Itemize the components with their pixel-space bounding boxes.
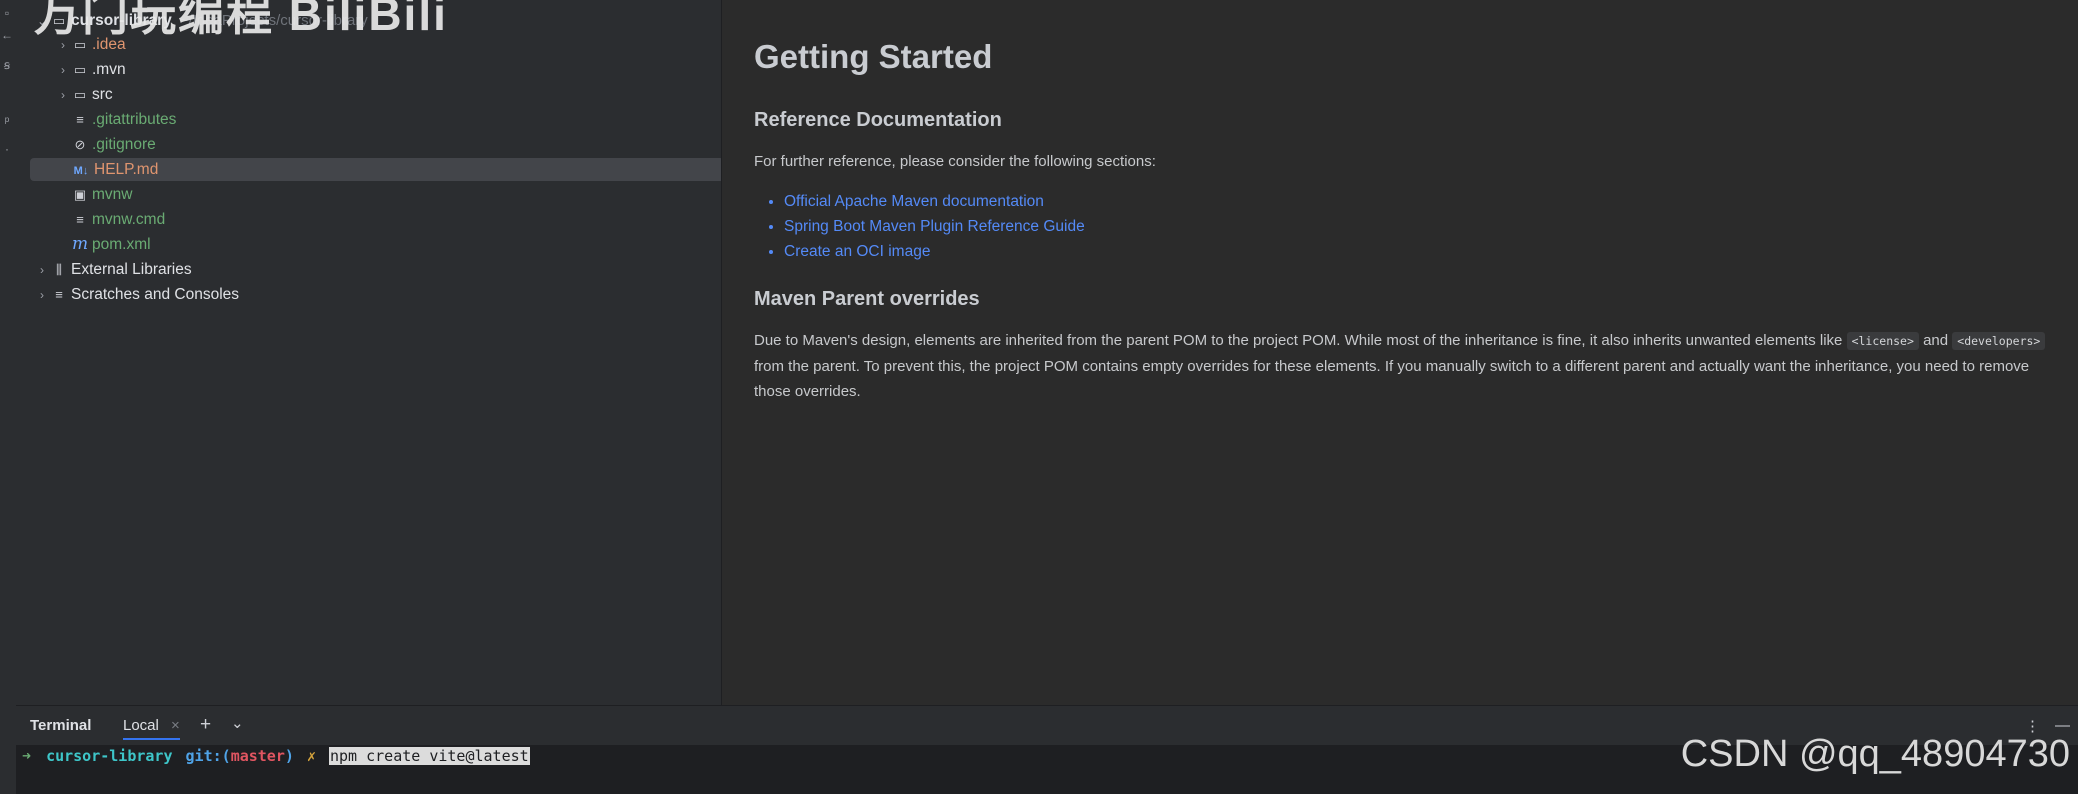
chevron-right-icon[interactable]: › <box>55 84 71 107</box>
chevron-right-icon[interactable]: › <box>34 259 50 282</box>
chevron-right-icon[interactable]: › <box>55 59 71 82</box>
link-oci-image[interactable]: Create an OCI image <box>784 239 2054 264</box>
left-tool-strip: ▫ ← ꞩ ᵖ · <box>0 0 17 794</box>
folder-icon: ▭ <box>73 87 87 102</box>
code-developers: <developers> <box>1952 332 2046 350</box>
help-md-document: Getting Started Reference Documentation … <box>754 0 2054 404</box>
libraries-icon: ⫼ <box>56 262 62 277</box>
scratches-icon: ≡ <box>55 287 63 302</box>
text-file-icon: ≡ <box>76 212 84 227</box>
tree-item-label: mvnw <box>92 186 133 203</box>
tree-item-label: pom.xml <box>92 236 151 253</box>
strip-vcs-icon[interactable]: ꞩ <box>1 58 13 72</box>
tree-item[interactable]: › ▭ src <box>30 83 721 107</box>
terminal-title: Terminal <box>30 717 92 734</box>
paragraph-text-1: Due to Maven's design, elements are inhe… <box>754 332 1843 349</box>
chevron-down-icon[interactable]: ⌄ <box>231 714 244 732</box>
new-tab-icon[interactable]: + <box>200 714 211 736</box>
link-spring-boot-plugin[interactable]: Spring Boot Maven Plugin Reference Guide <box>784 214 2054 239</box>
chevron-right-icon[interactable]: › <box>34 284 50 307</box>
shell-script-icon: ▣ <box>73 187 87 202</box>
tree-item[interactable]: › ▭ .mvn <box>30 58 721 82</box>
tree-item-label: Scratches and Consoles <box>71 286 240 303</box>
folder-icon: ▭ <box>73 62 87 77</box>
paragraph-and: and <box>1923 332 1949 349</box>
prompt-git-close: ) <box>284 747 294 765</box>
tree-item-label: .gitignore <box>92 136 156 153</box>
watermark-logo: 万门玩编程 BiliBili <box>34 0 448 40</box>
code-license: <license> <box>1846 332 1919 350</box>
tree-item[interactable]: ▣ mvnw <box>30 183 721 206</box>
csdn-watermark: CSDN @qq_48904730 <box>1680 733 2070 775</box>
tree-item[interactable]: ≡ mvnw.cmd <box>30 208 721 231</box>
maven-file-icon: m <box>71 234 89 254</box>
markdown-file-icon: M↓ <box>73 165 89 177</box>
tree-item-label: .mvn <box>92 61 126 78</box>
doc-title: Getting Started <box>754 38 993 75</box>
strip-commit-icon[interactable]: ← <box>1 28 13 42</box>
maven-overrides-heading: Maven Parent overrides <box>754 288 980 310</box>
maven-overrides-paragraph: Due to Maven's design, elements are inhe… <box>754 328 2054 404</box>
terminal-command[interactable]: npm create vite@latest <box>329 747 530 765</box>
text-file-icon: ≡ <box>76 112 84 127</box>
prompt-dirty-icon: ✗ <box>306 747 316 765</box>
ignore-file-icon: ⊘ <box>74 137 86 152</box>
tree-item[interactable]: m pom.xml <box>30 233 721 256</box>
tree-item-label: .gitattributes <box>92 111 177 128</box>
terminal-prompt-line: ➜ cursor-library git:(master) ✗ npm crea… <box>22 745 530 767</box>
tree-item[interactable]: ≡ .gitattributes <box>30 108 721 131</box>
prompt-arrow-icon: ➜ <box>22 747 32 765</box>
tree-item[interactable]: › ≡ Scratches and Consoles <box>30 283 721 307</box>
project-tool-window: ⌄ ▭ cursor-library ~/IdeaProjects/cursor-li… <box>16 0 722 705</box>
tab-local-label: Local <box>123 717 159 734</box>
tree-item-label: src <box>92 86 113 103</box>
tree-item[interactable]: › ⫼ External Libraries <box>30 258 721 282</box>
reference-links: Official Apache Maven documentation Spri… <box>754 189 2054 264</box>
prompt-branch: master <box>230 747 285 765</box>
strip-more-icon[interactable]: · <box>1 142 13 156</box>
strip-project-icon[interactable]: ▫ <box>1 6 13 20</box>
tree-item-label: External Libraries <box>71 261 192 278</box>
reference-heading: Reference Documentation <box>754 109 1002 131</box>
prompt-git: git:( <box>185 747 231 765</box>
prompt-directory: cursor-library <box>46 747 173 765</box>
reference-intro: For further reference, please consider t… <box>754 153 1156 170</box>
minimize-icon[interactable]: — <box>2055 717 2070 734</box>
tree-item-label: HELP.md <box>94 161 159 178</box>
markdown-preview: Getting Started Reference Documentation … <box>722 0 2078 705</box>
tab-close-icon[interactable]: × <box>171 717 180 734</box>
paragraph-text-2: from the parent. To prevent this, the pr… <box>754 358 2030 400</box>
link-maven-docs[interactable]: Official Apache Maven documentation <box>784 189 2054 214</box>
tree-item[interactable]: ⊘ .gitignore <box>30 133 721 156</box>
tab-local[interactable]: Local × <box>123 717 180 740</box>
strip-structure-icon[interactable]: ᵖ <box>1 114 13 128</box>
tree-item-label: mvnw.cmd <box>92 211 166 228</box>
tree-item[interactable]: M↓ HELP.md <box>30 158 721 181</box>
